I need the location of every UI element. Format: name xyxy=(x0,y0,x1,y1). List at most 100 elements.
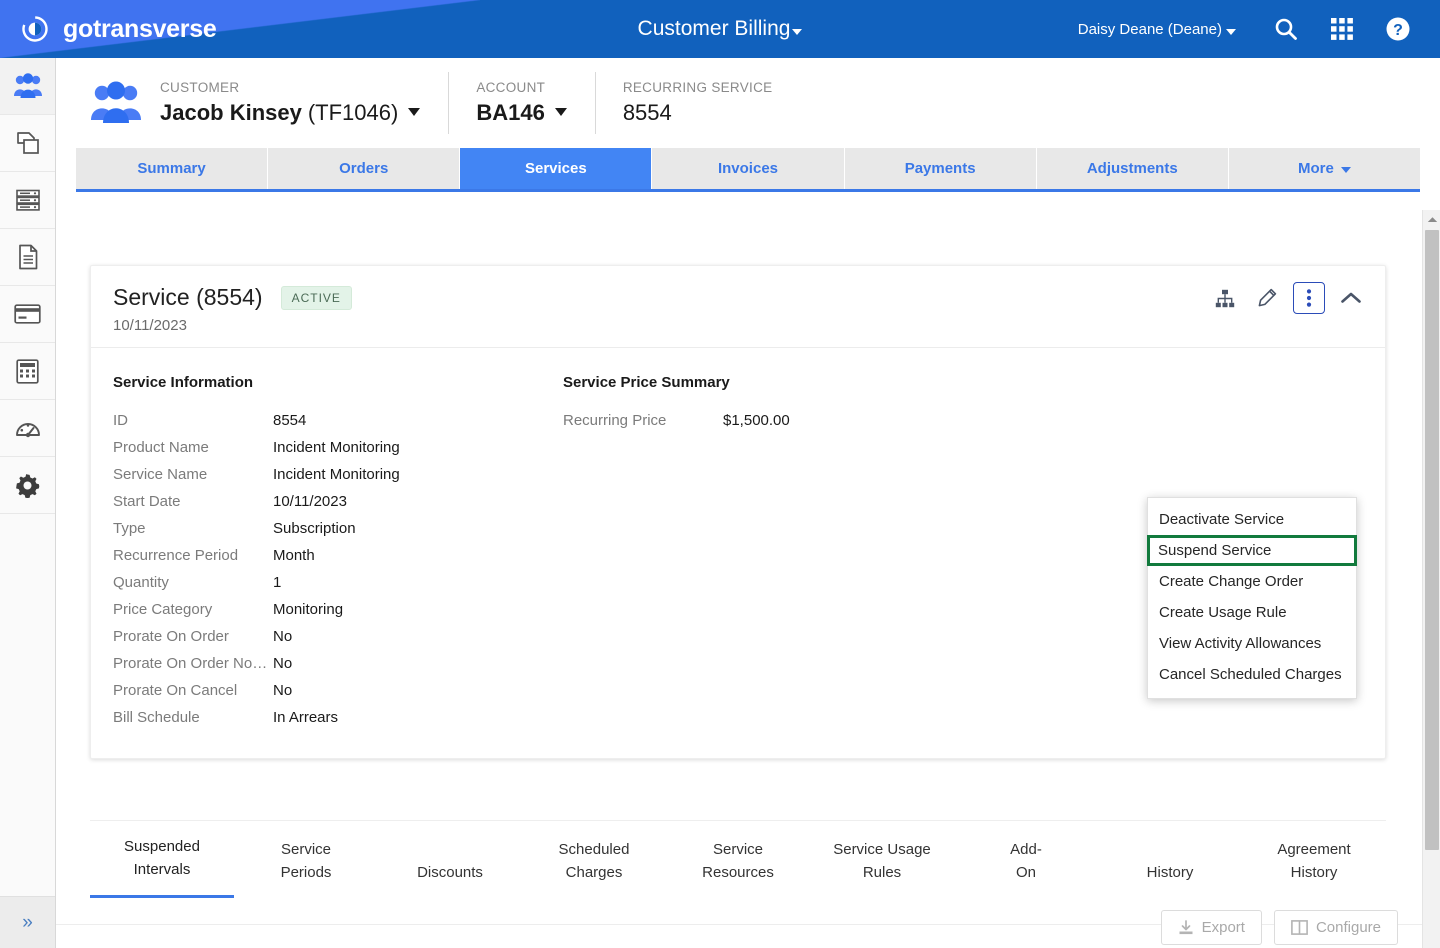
vertical-scrollbar[interactable] xyxy=(1422,210,1440,948)
subtab-label-line1 xyxy=(1098,838,1242,861)
field-value: 1 xyxy=(273,574,282,591)
field-value: 8554 xyxy=(273,412,307,429)
subtab-history[interactable]: History xyxy=(1098,838,1242,898)
subtab-service-periods[interactable]: Service Periods xyxy=(234,838,378,898)
pencil-icon xyxy=(1258,288,1277,307)
user-menu[interactable]: Daisy Deane (Deane) xyxy=(1078,21,1236,38)
subtab-discounts[interactable]: Discounts xyxy=(378,838,522,898)
tab-summary[interactable]: Summary xyxy=(76,148,269,189)
menu-item-cancel-scheduled-charges[interactable]: Cancel Scheduled Charges xyxy=(1148,659,1356,690)
people-group-icon xyxy=(91,81,141,123)
field-label: Product Name xyxy=(113,439,209,456)
subtab-suspended-intervals[interactable]: Suspended Intervals xyxy=(90,835,234,898)
configure-button[interactable]: Configure xyxy=(1273,910,1398,945)
tab-services[interactable]: Services xyxy=(460,148,653,189)
field-row: Service Name Incident Monitoring xyxy=(113,461,563,488)
tab-more[interactable]: More xyxy=(1228,148,1420,189)
more-actions-button[interactable] xyxy=(1293,282,1325,314)
subtab-label-line2: History xyxy=(1290,864,1338,881)
collapse-button[interactable] xyxy=(1335,282,1367,314)
chevron-up-icon xyxy=(1341,292,1361,303)
svg-text:?: ? xyxy=(1393,22,1403,39)
tab-orders[interactable]: Orders xyxy=(268,148,461,189)
divider xyxy=(594,72,596,134)
breadcrumb-account[interactable]: ACCOUNT BA146 xyxy=(448,72,594,134)
field-row: Prorate On Order No… No xyxy=(113,650,563,677)
breadcrumb-recurring-service: RECURRING SERVICE 8554 xyxy=(594,72,801,134)
field-label: Bill Schedule xyxy=(113,709,200,726)
field-label: Price Category xyxy=(113,601,213,618)
caret-down-icon xyxy=(1340,166,1351,173)
gauge-icon xyxy=(15,423,40,438)
sidebar-item-payments[interactable] xyxy=(0,286,55,343)
sitemap-icon xyxy=(1215,289,1235,307)
field-value: 10/11/2023 xyxy=(273,493,347,510)
subtab-add-on[interactable]: Add- On xyxy=(954,838,1098,898)
caret-down-icon xyxy=(408,108,421,116)
field-row: Bill Schedule In Arrears xyxy=(113,704,563,731)
sidebar-item-customers[interactable] xyxy=(0,58,55,115)
brand-logo-area[interactable]: gotransverse xyxy=(18,0,217,58)
subtab-agreement-history[interactable]: Agreement History xyxy=(1242,838,1386,898)
double-chevron-right-icon: » xyxy=(22,911,33,933)
field-value: Subscription xyxy=(273,520,356,537)
divider xyxy=(448,72,450,134)
subtab-label-line2: Resources xyxy=(702,864,774,881)
field-row: Start Date 10/11/2023 xyxy=(113,488,563,515)
vertical-dots-icon xyxy=(1306,289,1312,307)
field-value: No xyxy=(273,655,293,672)
menu-item-suspend-service[interactable]: Suspend Service xyxy=(1147,535,1357,566)
sidebar-item-dashboard[interactable] xyxy=(0,400,55,457)
tab-adjustments[interactable]: Adjustments xyxy=(1036,148,1229,189)
scroll-up-button[interactable] xyxy=(1423,210,1440,228)
menu-item-create-usage-rule[interactable]: Create Usage Rule xyxy=(1148,597,1356,628)
scrollbar-thumb[interactable] xyxy=(1425,230,1439,850)
field-value: No xyxy=(273,628,293,645)
help-circle-icon[interactable]: ? xyxy=(1370,0,1426,58)
hierarchy-button[interactable] xyxy=(1209,282,1241,314)
field-label: Prorate On Cancel xyxy=(113,682,238,699)
caret-down-icon xyxy=(1226,29,1236,35)
menu-item-deactivate-service[interactable]: Deactivate Service xyxy=(1148,504,1356,535)
breadcrumb-account-label: ACCOUNT xyxy=(476,80,546,95)
subtab-scheduled-charges[interactable]: Scheduled Charges xyxy=(522,838,666,898)
sidebar-item-documents[interactable] xyxy=(0,229,55,286)
tab-invoices[interactable]: Invoices xyxy=(652,148,845,189)
main-tab-bar: Summary Orders Services Invoices Payment… xyxy=(76,148,1420,192)
subtab-label-line1: Agreement xyxy=(1277,841,1351,858)
user-name: Daisy Deane (Deane) xyxy=(1077,20,1222,38)
service-card-header: Service (8554) ACTIVE 10/11/2023 xyxy=(91,266,1385,348)
menu-item-create-change-order[interactable]: Create Change Order xyxy=(1148,566,1356,597)
subtab-service-resources[interactable]: Service Resources xyxy=(666,838,810,898)
tab-payments[interactable]: Payments xyxy=(844,148,1037,189)
breadcrumb: CUSTOMER Jacob Kinsey (TF1046) ACCOUNT B… xyxy=(56,58,1440,148)
breadcrumb-customer[interactable]: CUSTOMER Jacob Kinsey (TF1046) xyxy=(160,80,448,126)
service-information-section: Service Information ID 8554 Product Name I… xyxy=(113,374,563,731)
field-label: Service Name xyxy=(113,466,208,483)
field-row: Price Category Monitoring xyxy=(113,596,563,623)
content-scroll-region: Service (8554) ACTIVE 10/11/2023 Service… xyxy=(56,210,1440,948)
apps-grid-icon[interactable] xyxy=(1314,0,1370,58)
field-row: Quantity 1 xyxy=(113,569,563,596)
breadcrumb-service-label: RECURRING SERVICE xyxy=(622,80,773,95)
caret-down-icon xyxy=(792,29,803,35)
sidebar-item-calculations[interactable] xyxy=(0,343,55,400)
brand-name: gotransverse xyxy=(63,14,217,43)
field-row: Recurring Price $1,500.00 xyxy=(563,407,963,434)
breadcrumb-customer-label: CUSTOMER xyxy=(160,80,240,95)
left-sidebar: » xyxy=(0,58,56,948)
field-row: Prorate On Cancel No xyxy=(113,677,563,704)
server-stack-icon xyxy=(15,189,40,211)
export-button[interactable]: Export xyxy=(1160,910,1262,945)
sidebar-item-servers[interactable] xyxy=(0,172,55,229)
menu-item-view-activity-allowances[interactable]: View Activity Allowances xyxy=(1148,628,1356,659)
service-price-summary-section: Service Price Summary Recurring Price $1,… xyxy=(563,374,963,731)
sidebar-expand-button[interactable]: » xyxy=(0,896,55,948)
edit-button[interactable] xyxy=(1251,282,1283,314)
app-title-dropdown[interactable]: Customer Billing xyxy=(638,17,803,41)
subtab-label-line2: Intervals xyxy=(133,861,191,878)
search-icon[interactable] xyxy=(1258,0,1314,58)
sidebar-item-settings[interactable] xyxy=(0,457,55,514)
sidebar-item-products[interactable] xyxy=(0,115,55,172)
subtab-service-usage-rules[interactable]: Service Usage Rules xyxy=(810,838,954,898)
